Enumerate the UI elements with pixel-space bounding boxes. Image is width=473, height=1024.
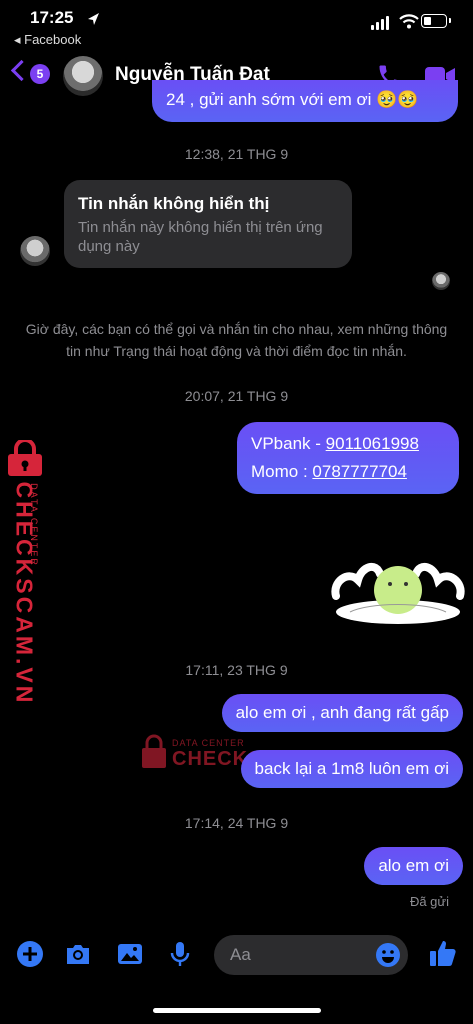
timestamp: 17:11, 23 THG 9 [185, 662, 288, 678]
timestamp: 20:07, 21 THG 9 [184, 388, 289, 404]
cellular-signal-icon [371, 16, 389, 30]
hidden-message-body: Tin nhắn này không hiển thị trên ứng dụn… [78, 219, 323, 255]
back-chevron-icon[interactable] [10, 59, 33, 82]
message-text: back lại a 1m8 luôn em ơi [254, 759, 449, 778]
timestamp: 17:14, 24 THG 9 [184, 815, 289, 831]
watermark-tag-text: DATA CENTER [29, 483, 39, 567]
outgoing-message-bubble[interactable]: alo em ơi , anh đang rất gấp [221, 694, 463, 732]
thumbs-up-icon[interactable] [428, 938, 458, 968]
momo-number-link[interactable]: 0787777704 [312, 462, 407, 481]
bank-info-bubble[interactable]: VPbank - 9011061998 Momo : 0787777704 [237, 422, 459, 494]
message-text: alo em ơi , anh đang rất gấp [235, 703, 449, 722]
location-arrow-icon [88, 13, 99, 25]
hidden-message-bubble[interactable]: Tin nhắn không hiển thị Tin nhắn này khô… [64, 180, 352, 268]
faint-watermark-lock-icon [142, 734, 166, 768]
contact-small-avatar [20, 236, 50, 266]
outgoing-message-bubble[interactable]: back lại a 1m8 luôn em ơi [240, 750, 463, 788]
wifi-icon [399, 14, 419, 29]
home-indicator [153, 1008, 321, 1013]
timestamp: 12:38, 21 THG 9 [184, 146, 289, 162]
contact-avatar[interactable] [63, 56, 103, 96]
bank-prefix: VPbank - [251, 434, 326, 453]
camera-icon[interactable] [64, 940, 92, 968]
bank-number-link[interactable]: 9011061998 [326, 434, 419, 453]
hidden-message-title: Tin nhắn không hiển thị [78, 194, 270, 213]
message-text: alo em ơi [378, 856, 449, 875]
message-text: 24 , gửi anh sớm với em ơi 🥹🥹 [166, 90, 419, 109]
outgoing-message-bubble[interactable]: 24 , gửi anh sớm với em ơi 🥹🥹 [152, 80, 458, 122]
sticker-image[interactable] [330, 552, 466, 626]
gallery-icon[interactable] [116, 940, 144, 968]
momo-prefix: Momo : [251, 462, 313, 481]
faint-watermark-tag: DATA CENTER [172, 738, 245, 748]
status-time: 17:25 [30, 8, 74, 27]
unread-count-badge[interactable]: 5 [30, 64, 50, 84]
system-info-text: Giờ đây, các bạn có thể gọi và nhắn tin … [25, 321, 448, 359]
plus-icon[interactable] [16, 940, 44, 968]
outgoing-message-bubble[interactable]: alo em ơi [364, 847, 463, 885]
emoji-icon[interactable] [375, 942, 401, 968]
read-receipt-avatar [432, 272, 450, 290]
battery-icon [421, 14, 447, 28]
microphone-icon[interactable] [166, 940, 194, 968]
back-to-facebook-link[interactable]: ◂ Facebook [14, 32, 81, 48]
sent-status: Đã gửi [409, 894, 449, 909]
